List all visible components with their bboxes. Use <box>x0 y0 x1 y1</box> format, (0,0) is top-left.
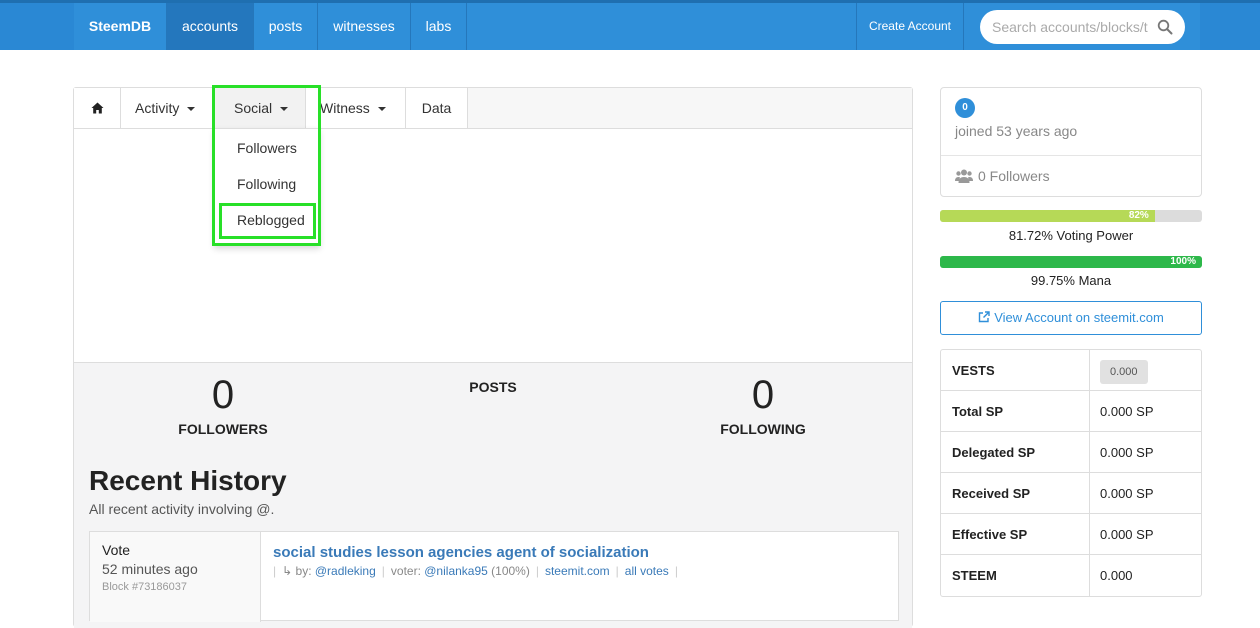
mana-caption: 99.75% Mana <box>1030 273 1112 288</box>
separator: | <box>381 564 385 578</box>
table-row: Delegated SP 0.000 SP <box>941 432 1201 473</box>
history-details: | ↳ by: @radleking | voter: @nilanka95 (100… <box>273 564 684 578</box>
nav-divider <box>466 3 467 50</box>
sp-key: Delegated SP <box>952 432 1090 473</box>
sp-key: VESTS <box>952 350 1090 391</box>
voter-prefix: voter: <box>390 564 421 578</box>
mana-bar: 100% <box>940 256 1202 268</box>
tab-witness[interactable]: Witness <box>306 88 406 128</box>
following-count: 0 <box>751 373 775 417</box>
steemit-link[interactable]: steemit.com <box>545 564 610 578</box>
history-block-number[interactable]: Block #73186037 <box>102 581 187 593</box>
recent-history-title: Recent History <box>89 465 287 496</box>
nav-item-labs[interactable]: labs <box>411 3 466 50</box>
brand-logo[interactable]: SteemDB <box>74 3 166 50</box>
stats-and-history: 0 FOLLOWERS POSTS 0 FOLLOWING Recent His… <box>74 362 912 628</box>
voter-link[interactable]: @nilanka95 <box>424 564 488 578</box>
navbar-inner: SteemDB accounts posts witnesses labs Cr… <box>74 3 1200 50</box>
vote-weight: (100%) <box>491 564 530 578</box>
followers-count: 0 <box>211 373 235 417</box>
history-timestamp: 52 minutes ago <box>102 561 198 577</box>
users-icon <box>955 169 973 183</box>
voting-power-bar: 82% <box>940 210 1202 222</box>
separator: | <box>674 564 678 578</box>
top-navbar: SteemDB accounts posts witnesses labs Cr… <box>0 0 1260 50</box>
sp-value: 0.000 <box>1100 568 1133 583</box>
separator: | <box>535 564 539 578</box>
sp-value: 0.000 SP <box>1100 404 1154 419</box>
followers-summary[interactable]: 0 Followers <box>978 168 1050 184</box>
following-label: FOLLOWING <box>720 421 806 437</box>
followers-label: FOLLOWERS <box>178 421 268 437</box>
chevron-down-icon <box>187 107 196 112</box>
view-account-button[interactable]: View Account on steemit.com <box>940 301 1202 335</box>
search-box <box>980 10 1185 44</box>
nav-item-witnesses[interactable]: witnesses <box>318 3 410 50</box>
sp-key: Effective SP <box>952 514 1090 555</box>
highlight-reblogged <box>219 203 316 239</box>
history-op-type: Vote <box>102 542 131 558</box>
separator: | <box>273 564 277 578</box>
table-row: Total SP 0.000 SP <box>941 391 1201 432</box>
tab-activity-label: Activity <box>135 100 180 116</box>
all-votes-link[interactable]: all votes <box>625 564 669 578</box>
sp-key: Received SP <box>952 473 1090 514</box>
voting-power-caption: 81.72% Voting Power <box>1008 228 1134 243</box>
sp-value: 0.000 <box>1100 350 1148 391</box>
table-row: STEEM 0.000 <box>941 555 1201 596</box>
sp-value: 0.000 SP <box>1100 527 1154 542</box>
history-post-title[interactable]: social studies lesson agencies agent of … <box>273 544 649 561</box>
mana-fill: 100% <box>940 256 1202 268</box>
tab-witness-label: Witness <box>320 100 370 116</box>
tab-activity[interactable]: Activity <box>121 88 214 128</box>
tab-home[interactable] <box>74 88 121 128</box>
vests-badge: 0.000 <box>1100 360 1148 384</box>
create-account-link[interactable]: Create Account <box>857 3 963 50</box>
recent-history-subtitle: All recent activity involving @. <box>89 501 275 517</box>
profile-card: 0 joined 53 years ago 0 Followers <box>940 87 1202 197</box>
separator: | <box>615 564 619 578</box>
sp-value: 0.000 SP <box>1100 445 1154 460</box>
card-divider <box>941 155 1201 156</box>
tab-data[interactable]: Data <box>406 88 468 128</box>
external-link-icon <box>979 311 990 323</box>
reputation-badge: 0 <box>955 98 975 118</box>
table-row: VESTS 0.000 <box>941 350 1201 391</box>
nav-item-accounts[interactable]: accounts <box>167 3 253 50</box>
by-prefix: ↳ by: <box>282 564 312 578</box>
account-tabbar: Activity Social Witness Data <box>74 88 912 129</box>
voting-power-fill: 82% <box>940 210 1155 222</box>
nav-item-posts[interactable]: posts <box>254 3 317 50</box>
search-input[interactable] <box>992 10 1150 44</box>
view-account-label: View Account on steemit.com <box>994 310 1164 325</box>
posts-label: POSTS <box>469 379 517 395</box>
table-row: Effective SP 0.000 SP <box>941 514 1201 555</box>
chevron-down-icon <box>377 107 386 112</box>
sp-value: 0.000 SP <box>1100 486 1154 501</box>
author-link[interactable]: @radleking <box>315 564 376 578</box>
sp-table: VESTS 0.000 Total SP 0.000 SP Delegated … <box>940 349 1202 597</box>
joined-date: joined 53 years ago <box>955 123 1078 139</box>
nav-divider <box>963 3 964 50</box>
sp-key: STEEM <box>952 555 1090 596</box>
home-icon <box>91 102 103 114</box>
account-main-panel: Activity Social Witness Data Followers F… <box>73 85 913 628</box>
history-row-meta: Vote 52 minutes ago Block #73186037 <box>90 532 261 622</box>
search-icon[interactable] <box>1157 19 1173 35</box>
sp-key: Total SP <box>952 391 1090 432</box>
table-row: Received SP 0.000 SP <box>941 473 1201 514</box>
